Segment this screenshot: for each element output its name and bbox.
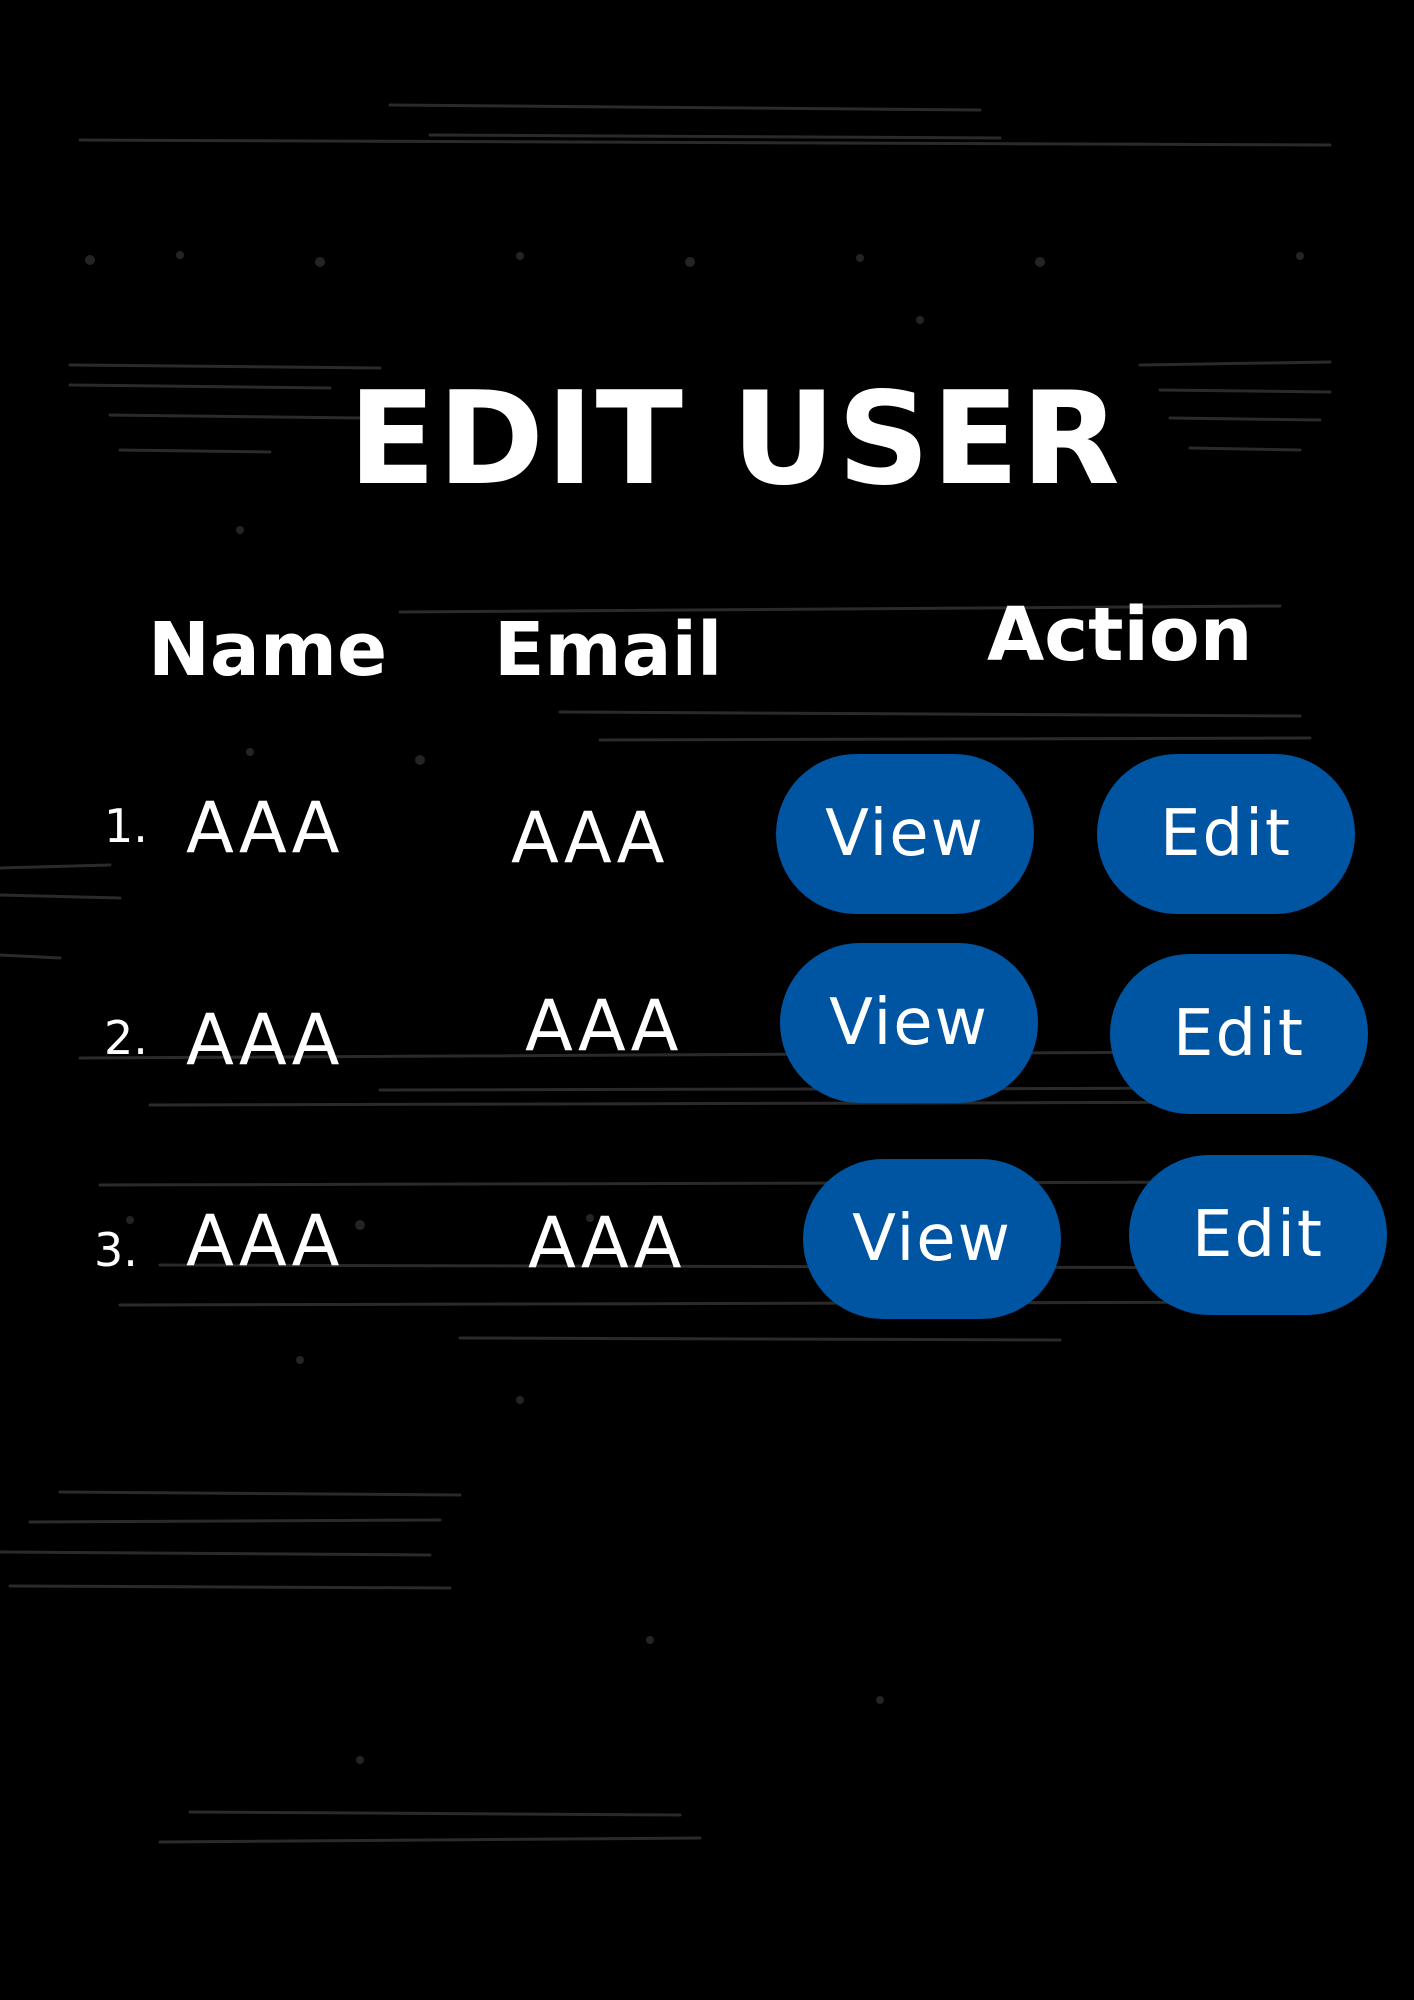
page-title: EDIT USER <box>348 365 1122 514</box>
row-number: 1. <box>104 799 148 853</box>
column-header-action: Action <box>987 592 1253 678</box>
user-email: AAA <box>511 797 668 879</box>
edit-button[interactable]: Edit <box>1097 754 1355 914</box>
user-name: AAA <box>186 1200 343 1282</box>
row-number: 2. <box>104 1011 148 1065</box>
user-email: AAA <box>528 1202 685 1284</box>
edit-button[interactable]: Edit <box>1129 1155 1387 1315</box>
row-number: 3. <box>94 1223 138 1277</box>
view-button[interactable]: View <box>803 1159 1061 1319</box>
edit-button[interactable]: Edit <box>1110 954 1368 1114</box>
user-email: AAA <box>525 985 682 1067</box>
user-name: AAA <box>186 999 343 1081</box>
column-header-email: Email <box>494 607 723 693</box>
user-name: AAA <box>186 787 343 869</box>
column-header-name: Name <box>148 607 388 693</box>
view-button[interactable]: View <box>776 754 1034 914</box>
view-button[interactable]: View <box>780 943 1038 1103</box>
